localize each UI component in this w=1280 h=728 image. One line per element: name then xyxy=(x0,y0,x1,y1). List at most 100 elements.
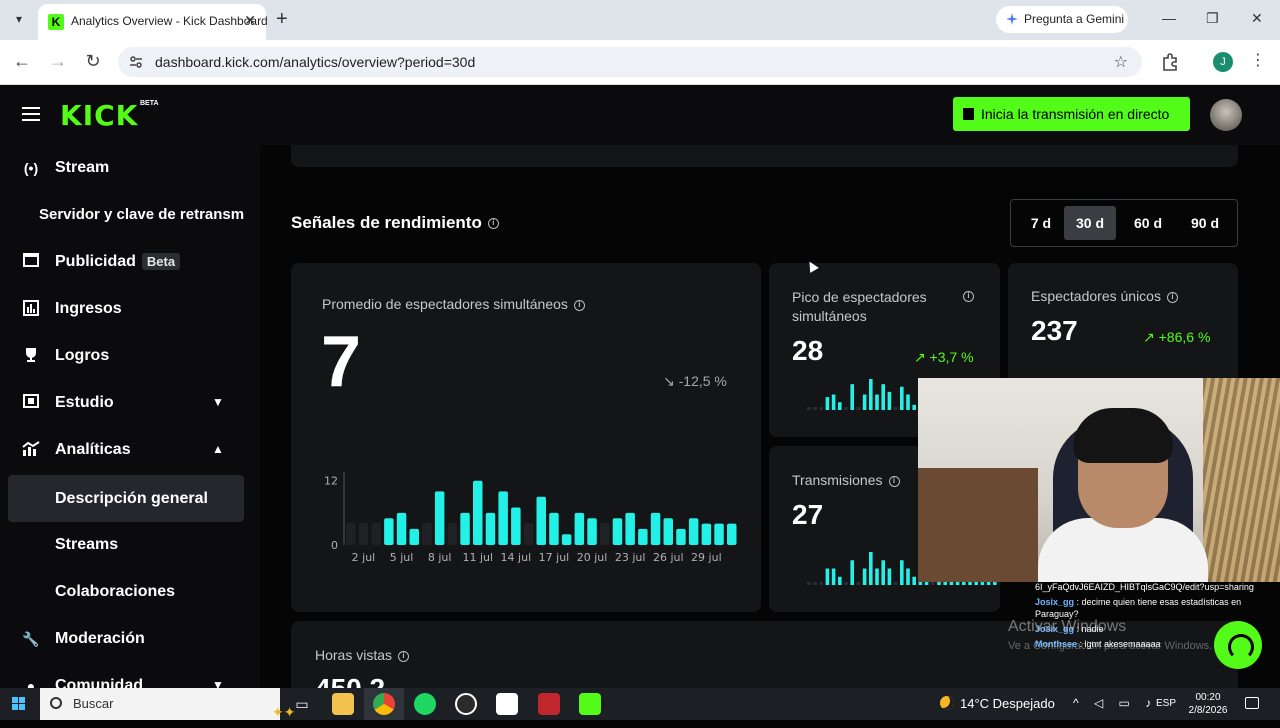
period-7d-button[interactable]: 7 d xyxy=(1015,206,1067,240)
capcut-icon[interactable] xyxy=(496,693,518,715)
system-tray-icons[interactable]: ^ ◁ ▭ ♪ xyxy=(1073,696,1157,710)
browser-menu-icon[interactable]: ⋮ xyxy=(1250,50,1266,70)
bar[interactable] xyxy=(511,507,521,546)
bar[interactable] xyxy=(346,523,356,545)
bar[interactable] xyxy=(701,523,712,545)
user-avatar[interactable] xyxy=(1210,99,1242,131)
restore-icon[interactable]: ❐ xyxy=(1206,10,1219,27)
sidebar-item-community[interactable]: ● Comunidad ▼ xyxy=(0,664,260,688)
chevron-up-icon[interactable]: ▲ xyxy=(212,442,224,456)
sidebar-item-server-key[interactable]: Servidor y clave de retransm xyxy=(0,193,260,237)
avg-viewers-card[interactable]: Promedio de espectadores simultáneos i 7 … xyxy=(291,263,761,612)
new-tab-button[interactable]: + xyxy=(276,8,288,30)
taskbar-search[interactable]: Buscar ✦✦ xyxy=(40,688,295,720)
search-placeholder: Buscar xyxy=(73,696,114,711)
webcam-desk xyxy=(918,468,1038,582)
sparkline-bar xyxy=(831,394,836,410)
kick-logo[interactable]: KICK xyxy=(60,99,138,132)
bar[interactable] xyxy=(536,496,547,545)
info-icon[interactable]: i xyxy=(573,299,585,311)
bar[interactable] xyxy=(485,512,496,545)
bar[interactable] xyxy=(422,523,432,545)
bar[interactable] xyxy=(688,518,699,545)
info-icon[interactable]: i xyxy=(888,475,900,487)
tab-close-icon[interactable]: ✕ xyxy=(244,12,256,29)
sidebar-item-stream[interactable]: (•) Stream xyxy=(0,146,260,190)
site-settings-icon[interactable] xyxy=(128,54,144,70)
task-view-icon[interactable]: ▭ xyxy=(291,693,313,715)
sidebar-item-studio[interactable]: Estudio ▼ xyxy=(0,381,260,425)
sidebar-item-overview[interactable]: Descripción general xyxy=(8,475,244,522)
bar[interactable] xyxy=(498,491,508,545)
file-explorer-icon[interactable] xyxy=(332,693,354,715)
sidebar-item-collaborations[interactable]: Colaboraciones xyxy=(0,570,260,614)
chevron-down-icon[interactable]: ▼ xyxy=(212,678,224,688)
sidebar-item-analytics[interactable]: Analíticas ▲ xyxy=(0,428,260,472)
forward-icon[interactable]: → xyxy=(47,51,69,72)
hamburger-menu-icon[interactable] xyxy=(22,107,40,121)
chevron-down-icon[interactable]: ▼ xyxy=(212,395,224,409)
obs-icon[interactable] xyxy=(455,693,477,715)
kick-app-icon[interactable] xyxy=(579,693,601,715)
bar[interactable] xyxy=(676,528,686,545)
sidebar-item-achievements[interactable]: Logros xyxy=(0,334,260,378)
go-live-button[interactable]: Inicia la transmisión en directo xyxy=(953,97,1190,131)
profile-avatar[interactable]: J xyxy=(1213,52,1233,72)
gemini-button[interactable]: Pregunta a Gemini xyxy=(996,6,1128,33)
period-30d-button[interactable]: 30 d xyxy=(1064,206,1116,240)
language-indicator[interactable]: ESP xyxy=(1156,698,1176,709)
bar[interactable] xyxy=(663,518,674,545)
windows-start-icon[interactable] xyxy=(12,697,26,711)
sidebar-item-advertising[interactable]: Publicidad Beta xyxy=(0,240,260,284)
bar[interactable] xyxy=(600,523,610,545)
bar[interactable] xyxy=(574,512,585,545)
bar[interactable] xyxy=(625,512,635,545)
spotify-icon[interactable] xyxy=(414,693,436,715)
info-icon[interactable]: i xyxy=(1166,291,1178,303)
chrome-icon[interactable] xyxy=(373,693,395,715)
reload-icon[interactable]: ↻ xyxy=(82,51,104,72)
sidebar-item-streams[interactable]: Streams xyxy=(0,523,260,567)
streams-value: 27 xyxy=(792,499,824,530)
sparkline-bar xyxy=(838,576,842,585)
bar[interactable] xyxy=(727,523,737,545)
close-window-icon[interactable]: ✕ xyxy=(1251,10,1263,27)
browser-tab[interactable]: K Analytics Overview - Kick Dashboard ✕ xyxy=(38,4,268,40)
bar[interactable] xyxy=(358,523,369,545)
bookmark-star-icon[interactable]: ☆ xyxy=(1114,52,1128,72)
bar[interactable] xyxy=(460,512,470,545)
sidebar-item-moderation[interactable]: 🔧 Moderación xyxy=(0,617,260,661)
info-icon[interactable]: i xyxy=(963,291,974,302)
back-icon[interactable]: ← xyxy=(11,51,33,72)
bar[interactable] xyxy=(587,518,597,545)
bar[interactable] xyxy=(523,523,534,545)
browser-toolbar: ← → ↻ dashboard.kick.com/analytics/overv… xyxy=(0,40,1280,85)
bar[interactable] xyxy=(650,512,661,545)
bar[interactable] xyxy=(384,518,394,545)
address-bar[interactable]: dashboard.kick.com/analytics/overview?pe… xyxy=(118,47,1142,77)
bar[interactable] xyxy=(714,523,724,545)
bar[interactable] xyxy=(473,480,483,545)
clock[interactable]: 00:20 2/8/2026 xyxy=(1186,691,1230,717)
bar[interactable] xyxy=(447,523,458,545)
info-icon[interactable]: i xyxy=(398,650,410,662)
sidebar-item-revenue[interactable]: Ingresos xyxy=(0,287,260,331)
bar[interactable] xyxy=(561,534,572,545)
bar[interactable] xyxy=(396,512,407,545)
bar[interactable] xyxy=(638,528,648,545)
period-60d-button[interactable]: 60 d xyxy=(1122,206,1174,240)
notifications-icon[interactable] xyxy=(1245,697,1259,709)
bar[interactable] xyxy=(434,491,445,545)
period-90d-button[interactable]: 90 d xyxy=(1179,206,1231,240)
minimize-icon[interactable]: — xyxy=(1162,10,1176,26)
bar[interactable] xyxy=(612,518,623,545)
support-headset-icon[interactable] xyxy=(1214,621,1262,669)
tab-search-chevron-icon[interactable]: ▾ xyxy=(8,8,30,30)
bar[interactable] xyxy=(409,528,420,545)
weather-widget[interactable]: 14°C Despejado xyxy=(940,696,1055,711)
bar[interactable] xyxy=(371,523,381,545)
info-icon[interactable]: i xyxy=(487,218,499,230)
voicemeeter-icon[interactable] xyxy=(538,693,560,715)
bar[interactable] xyxy=(549,512,559,545)
extensions-icon[interactable] xyxy=(1160,52,1180,72)
